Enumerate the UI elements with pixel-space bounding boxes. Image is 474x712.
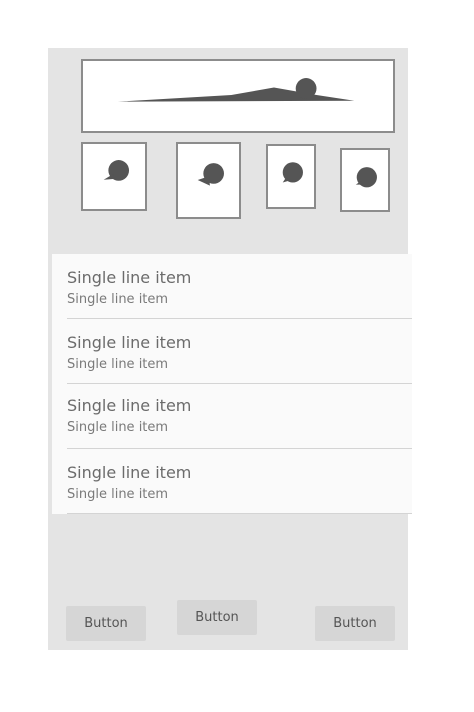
landscape-image-icon	[117, 78, 355, 102]
button-right[interactable]: Button	[315, 606, 395, 641]
list-item-primary-text: Single line item	[67, 333, 192, 352]
list-item[interactable]: Single line item Single line item	[67, 449, 412, 514]
list-item-primary-text: Single line item	[67, 268, 192, 287]
list-item[interactable]: Single line item Single line item	[67, 384, 412, 449]
button-left[interactable]: Button	[66, 606, 146, 641]
list-item[interactable]: Single line item Single line item	[67, 254, 412, 319]
list-item-primary-text: Single line item	[67, 463, 192, 482]
list-item-secondary-text: Single line item	[67, 487, 169, 502]
image-placeholder-icon	[103, 160, 130, 181]
thumbnail-image-2	[176, 142, 241, 219]
item-list: Single line item Single line item Single…	[52, 254, 412, 514]
list-item-secondary-text: Single line item	[67, 420, 169, 435]
list-item-primary-text: Single line item	[67, 396, 192, 415]
image-placeholder-icon	[197, 163, 224, 186]
button-center[interactable]: Button	[177, 600, 257, 635]
list-divider	[67, 513, 412, 514]
app-screen: Single line item Single line item Single…	[48, 48, 412, 650]
thumbnail-image-3	[266, 144, 316, 209]
thumbnail-image-1	[81, 142, 147, 211]
image-placeholder-icon	[282, 162, 303, 183]
thumbnail-image-4	[340, 148, 390, 212]
list-item-secondary-text: Single line item	[67, 357, 169, 372]
list-item-secondary-text: Single line item	[67, 292, 169, 307]
image-placeholder-icon	[355, 167, 377, 188]
list-item[interactable]: Single line item Single line item	[67, 319, 412, 384]
header-image	[81, 59, 395, 133]
